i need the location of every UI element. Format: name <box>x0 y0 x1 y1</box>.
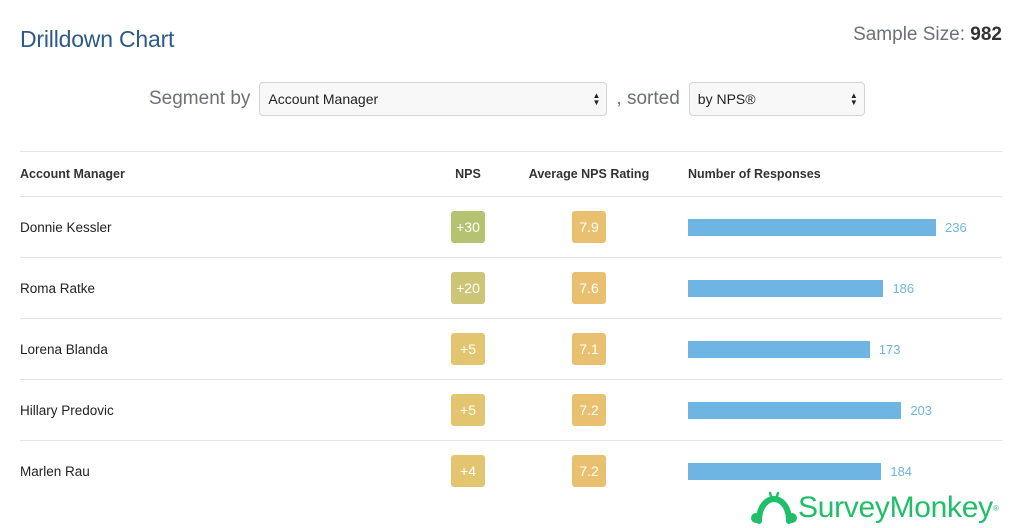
segment-controls: Segment by Account Manager ▲ ▼ , sorted b… <box>149 81 865 117</box>
monkey-logo-icon <box>751 491 797 524</box>
avg-rating-badge: 7.2 <box>572 394 606 426</box>
select-arrows-icon: ▲ ▼ <box>849 91 858 107</box>
segment-select-value: Account Manager <box>268 91 379 107</box>
avg-rating-badge: 7.9 <box>572 211 606 243</box>
avg-rating-badge: 7.6 <box>572 272 606 304</box>
row-avg-cell: 7.1 <box>504 318 674 380</box>
nps-badge: +5 <box>451 333 485 365</box>
response-count: 203 <box>910 402 933 418</box>
avg-rating-badge: 7.1 <box>572 333 606 365</box>
page-title: Drilldown Chart <box>20 26 175 52</box>
nps-badge: +5 <box>451 394 485 426</box>
col-header-responses[interactable]: Number of Responses <box>674 151 1002 197</box>
row-nps-cell: +20 <box>432 257 504 319</box>
brand-name: SurveyMonkey <box>798 491 993 524</box>
row-nps-cell: +5 <box>432 318 504 380</box>
sort-select-value: by NPS® <box>697 91 756 107</box>
row-avg-cell: 7.2 <box>504 379 674 441</box>
row-nps-cell: +30 <box>432 196 504 258</box>
row-nps-cell: +5 <box>432 379 504 441</box>
sample-size-label: Sample Size: <box>853 24 966 45</box>
surveymonkey-logo: SurveyMonkey ® <box>750 488 999 528</box>
row-responses-cell: 173 <box>674 318 1002 380</box>
row-nps-cell: +4 <box>432 441 504 502</box>
row-avg-cell: 7.9 <box>504 196 674 258</box>
nps-badge: +4 <box>451 455 485 487</box>
sort-select[interactable]: by NPS® ▲ ▼ <box>688 82 865 116</box>
response-bar <box>688 279 884 297</box>
select-arrows-icon: ▲ ▼ <box>592 91 601 107</box>
table-row[interactable]: Lorena Blanda +5 7.1 173 <box>20 318 1002 380</box>
response-bar <box>688 340 870 358</box>
row-avg-cell: 7.6 <box>504 257 674 319</box>
col-header-nps[interactable]: NPS <box>432 151 504 197</box>
row-name: Hillary Predovic <box>20 379 432 441</box>
row-name: Donnie Kessler <box>20 196 432 258</box>
row-responses-cell: 203 <box>674 379 1002 441</box>
table-row[interactable]: Roma Ratke +20 7.6 186 <box>20 257 1002 319</box>
response-bar <box>688 462 882 480</box>
brand-registered: ® <box>992 503 999 513</box>
row-avg-cell: 7.2 <box>504 441 674 502</box>
sample-size: Sample Size: 982 <box>853 24 1002 46</box>
row-responses-cell: 186 <box>674 257 1002 319</box>
table-header-row: Account Manager NPS Average NPS Rating N… <box>20 151 1002 197</box>
response-count: 186 <box>892 280 915 296</box>
sorted-label: , sorted <box>616 88 680 109</box>
row-responses-cell: 236 <box>674 196 1002 258</box>
col-header-name[interactable]: Account Manager <box>20 151 432 197</box>
row-name: Lorena Blanda <box>20 318 432 380</box>
nps-badge: +20 <box>451 272 485 304</box>
segment-by-label: Segment by <box>149 88 251 109</box>
table-row[interactable]: Hillary Predovic +5 7.2 203 <box>20 379 1002 441</box>
response-count: 184 <box>890 463 913 479</box>
sample-size-value: 982 <box>970 24 1002 45</box>
row-name: Roma Ratke <box>20 257 432 319</box>
drilldown-table: Account Manager NPS Average NPS Rating N… <box>20 151 1002 501</box>
response-bar <box>688 401 902 419</box>
response-count: 236 <box>945 219 967 235</box>
segment-select[interactable]: Account Manager ▲ ▼ <box>259 82 608 116</box>
table-row[interactable]: Donnie Kessler +30 7.9 236 <box>20 196 1002 258</box>
response-count: 173 <box>878 341 901 357</box>
response-bar <box>688 218 936 236</box>
row-name: Marlen Rau <box>20 463 90 479</box>
nps-badge: +30 <box>451 211 485 243</box>
col-header-avg[interactable]: Average NPS Rating <box>504 151 674 197</box>
avg-rating-badge: 7.2 <box>572 455 606 487</box>
